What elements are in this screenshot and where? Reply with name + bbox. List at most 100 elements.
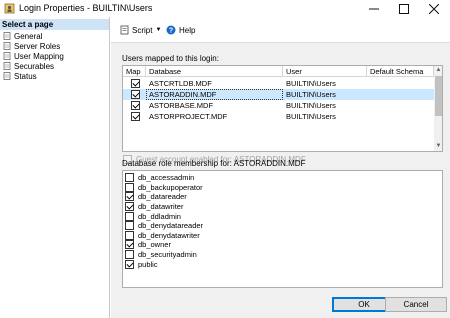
list-item[interactable]: db_datareader xyxy=(125,192,187,202)
role-checkbox[interactable] xyxy=(125,230,134,240)
role-name: public xyxy=(138,259,158,269)
list-item[interactable]: db_accessadmin xyxy=(125,173,194,183)
select-page-pane: Select a page General Server Roles User … xyxy=(0,17,110,318)
list-item[interactable]: db_denydatareader xyxy=(125,221,203,231)
help-icon: ? xyxy=(166,25,176,35)
nav-item-user-mapping[interactable]: User Mapping xyxy=(3,51,64,61)
role-name: db_owner xyxy=(138,240,171,250)
role-membership-label: Database role membership for: ASTORADDIN… xyxy=(122,159,306,168)
nav-item-label: General xyxy=(14,31,43,41)
nav-item-label: User Mapping xyxy=(14,51,64,61)
cancel-button[interactable]: Cancel xyxy=(385,297,447,312)
minimize-icon xyxy=(369,8,379,9)
users-mapped-label: Users mapped to this login: xyxy=(122,54,219,63)
maximize-icon xyxy=(399,3,409,14)
maximize-button[interactable] xyxy=(389,0,419,17)
list-item[interactable]: db_securityadmin xyxy=(125,250,197,260)
user-cell: BUILTIN\Users xyxy=(286,90,336,99)
page-icon xyxy=(3,52,11,60)
role-checkbox[interactable] xyxy=(125,182,134,192)
script-icon xyxy=(120,25,129,35)
close-icon xyxy=(429,3,439,14)
map-checkbox[interactable] xyxy=(131,90,140,99)
database-cell: ASTORPROJECT.MDF xyxy=(149,112,228,121)
schema-cell[interactable] xyxy=(367,111,434,122)
dialog-footer: OK Cancel xyxy=(111,294,450,318)
role-name: db_accessadmin xyxy=(138,173,195,183)
page-icon xyxy=(3,72,11,80)
page-icon xyxy=(3,62,11,70)
role-name: db_securityadmin xyxy=(138,250,197,260)
database-cell: ASTORADDIN.MDF xyxy=(146,89,283,100)
table-row[interactable]: ASTORPROJECT.MDF BUILTIN\Users xyxy=(123,111,434,122)
user-cell: BUILTIN\Users xyxy=(286,112,336,121)
role-name: db_denydatawriter xyxy=(138,230,200,240)
nav-item-general[interactable]: General xyxy=(3,31,42,41)
column-header-user[interactable]: User xyxy=(283,66,367,77)
role-checkbox[interactable] xyxy=(125,259,134,269)
role-checkbox[interactable] xyxy=(125,240,134,250)
role-name: db_backupoperator xyxy=(138,182,203,192)
nav-item-status[interactable]: Status xyxy=(3,71,37,81)
list-item[interactable]: db_owner xyxy=(125,240,171,250)
app-icon xyxy=(4,3,15,14)
role-checkbox[interactable] xyxy=(125,173,134,183)
role-name: db_ddladmin xyxy=(138,211,181,221)
user-cell: BUILTIN\Users xyxy=(286,79,336,88)
map-checkbox[interactable] xyxy=(131,79,140,88)
nav-item-label: Securables xyxy=(14,61,55,71)
schema-cell[interactable] xyxy=(367,100,434,111)
user-cell: BUILTIN\Users xyxy=(286,101,336,110)
list-item[interactable]: public xyxy=(125,259,158,269)
role-name: db_datawriter xyxy=(138,202,184,212)
grid-vertical-scrollbar[interactable]: ▲ ▼ xyxy=(434,66,442,151)
nav-item-server-roles[interactable]: Server Roles xyxy=(3,41,60,51)
role-checkbox[interactable] xyxy=(125,192,134,202)
help-label: Help xyxy=(179,25,196,35)
role-name: db_denydatareader xyxy=(138,221,204,231)
schema-cell[interactable] xyxy=(367,89,434,100)
schema-cell[interactable] xyxy=(367,78,434,89)
list-item[interactable]: db_ddladmin xyxy=(125,211,181,221)
list-item[interactable]: db_datawriter xyxy=(125,202,183,212)
select-page-header: Select a page xyxy=(0,19,109,30)
table-row-selected[interactable]: ASTORADDIN.MDF BUILTIN\Users xyxy=(123,89,434,100)
column-header-map[interactable]: Map xyxy=(123,66,146,77)
users-mapped-grid: Map Database User Default Schema ASTCRTL… xyxy=(122,65,443,152)
map-checkbox[interactable] xyxy=(131,112,140,121)
list-item[interactable]: db_denydatawriter xyxy=(125,230,200,241)
svg-text:?: ? xyxy=(169,28,173,35)
table-row[interactable]: ASTCRTLDB.MDF BUILTIN\Users xyxy=(123,78,434,89)
minimize-button[interactable] xyxy=(359,0,389,17)
page-icon xyxy=(3,32,11,40)
role-name: db_datareader xyxy=(138,192,187,202)
nav-item-label: Status xyxy=(14,71,37,81)
title-bar: Login Properties - BUILTIN\Users xyxy=(0,0,450,17)
role-checkbox[interactable] xyxy=(125,211,134,221)
role-membership-list: db_accessadmin db_backupoperator db_data… xyxy=(122,170,443,288)
scroll-down-icon[interactable]: ▼ xyxy=(434,142,442,151)
role-checkbox[interactable] xyxy=(125,202,134,212)
database-cell: ASTORBASE.MDF xyxy=(149,101,214,110)
map-checkbox[interactable] xyxy=(131,101,140,110)
page-icon xyxy=(3,42,11,50)
window-title: Login Properties - BUILTIN\Users xyxy=(19,3,153,13)
database-cell: ASTCRTLDB.MDF xyxy=(149,79,212,88)
script-button[interactable]: Script ▼ xyxy=(120,24,161,36)
close-button[interactable] xyxy=(419,0,449,17)
role-checkbox[interactable] xyxy=(125,250,134,260)
column-header-database[interactable]: Database xyxy=(146,66,283,77)
chevron-down-icon: ▼ xyxy=(155,27,162,33)
toolbar: Script ▼ ? Help xyxy=(111,17,450,43)
role-checkbox[interactable] xyxy=(125,221,134,231)
list-item[interactable]: db_backupoperator xyxy=(125,182,203,193)
scroll-up-icon[interactable]: ▲ xyxy=(434,66,442,75)
nav-item-label: Server Roles xyxy=(14,41,61,51)
nav-item-securables[interactable]: Securables xyxy=(3,61,54,71)
table-row[interactable]: ASTORBASE.MDF BUILTIN\Users xyxy=(123,100,434,111)
help-button[interactable]: ? Help xyxy=(166,24,195,36)
column-header-default-schema[interactable]: Default Schema xyxy=(367,66,434,77)
scroll-thumb[interactable] xyxy=(435,76,442,116)
content-pane: Script ▼ ? Help Users mapped to this log… xyxy=(111,17,450,318)
script-label: Script xyxy=(132,25,153,35)
